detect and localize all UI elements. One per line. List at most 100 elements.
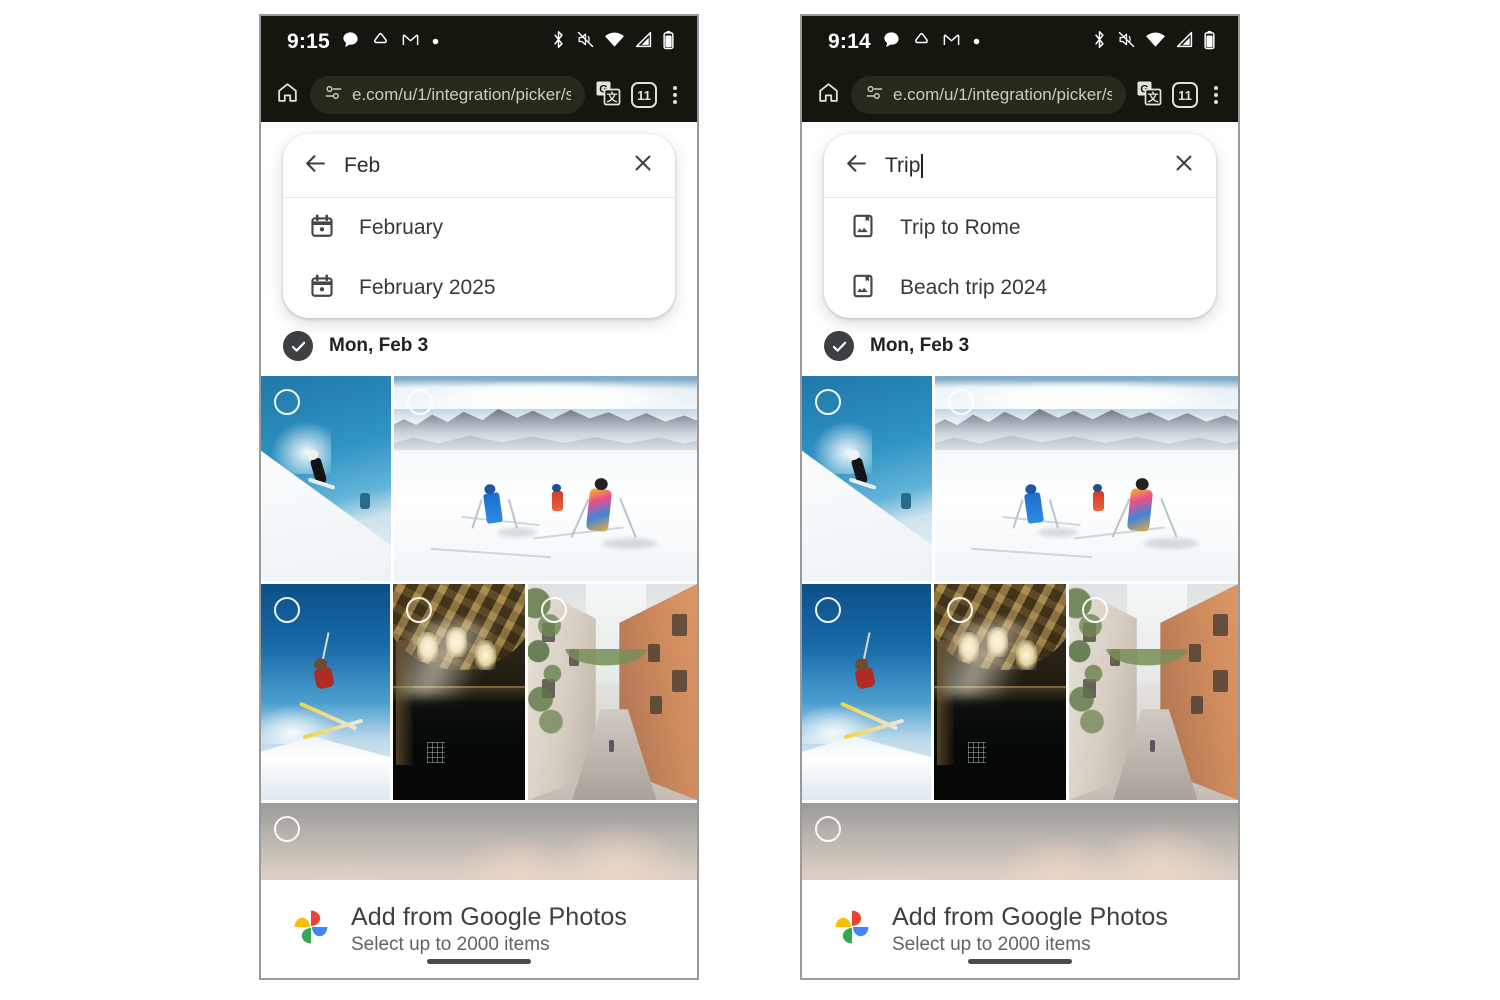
address-bar[interactable]: e.com/u/1/integration/picker/s [310,76,585,114]
overflow-menu-icon[interactable] [667,82,683,108]
close-icon[interactable] [631,151,655,180]
status-bar-right [550,30,675,55]
status-clock: 9:15 [287,30,330,53]
photo-select-circle[interactable] [541,597,568,623]
photo-select-circle[interactable] [407,389,433,415]
address-bar[interactable]: e.com/u/1/integration/picker/s [851,76,1126,114]
photo-tile[interactable] [802,584,932,800]
suggestion-label: February 2025 [359,276,496,299]
browser-toolbar: e.com/u/1/integration/picker/s G 文 11 [261,68,697,122]
back-arrow-icon[interactable] [844,151,869,181]
android-status-bar: 9:14 [802,16,1238,68]
site-settings-icon[interactable] [865,83,884,107]
search-input[interactable]: Trip [885,153,1156,178]
photo-tile[interactable] [802,376,932,581]
gesture-home-indicator[interactable] [427,959,531,964]
photo-grid-row [802,376,1238,581]
date-select-checkbox[interactable] [283,331,313,361]
bottom-bar-title: Add from Google Photos [892,902,1168,931]
album-icon [850,273,876,304]
date-group-header: Mon, Feb 3 [261,316,697,376]
bottom-action-bar: Add from Google Photos Select up to 2000… [802,880,1238,978]
photo-select-circle[interactable] [406,597,433,623]
google-home-icon [912,30,931,54]
search-bar[interactable]: Trip [824,134,1216,198]
tab-count-button[interactable]: 11 [1172,82,1198,108]
gesture-home-indicator[interactable] [968,959,1072,964]
search-suggestion-item[interactable]: February [283,198,675,258]
photo-select-circle[interactable] [815,389,841,415]
home-icon[interactable] [275,80,300,110]
svg-text:文: 文 [1148,90,1160,104]
photo-tile[interactable] [394,376,697,581]
chat-bubble-icon [341,30,360,54]
calendar-icon [309,213,335,244]
photo-grid-row [261,376,697,581]
search-suggestion-item[interactable]: February 2025 [283,258,675,318]
photo-select-circle[interactable] [947,597,974,623]
photo-tile[interactable] [1069,584,1238,800]
photo-tile[interactable] [934,584,1067,800]
photo-select-circle[interactable] [274,389,300,415]
android-status-bar: 9:15 [261,16,697,68]
bottom-bar-subtitle: Select up to 2000 items [892,933,1091,955]
close-icon[interactable] [1172,151,1196,180]
search-bar[interactable]: Feb [283,134,675,198]
wifi-icon [604,30,625,54]
back-arrow-icon[interactable] [303,151,328,181]
overflow-menu-icon[interactable] [1208,82,1224,108]
phone-frame-right: 9:14 e.com/u/1/integration/picker/s G 文 … [800,14,1240,980]
bottom-bar-subtitle: Select up to 2000 items [351,933,550,955]
address-bar-url: e.com/u/1/integration/picker/s [352,85,571,104]
suggestion-label: February [359,216,444,239]
photo-select-circle[interactable] [1082,597,1109,623]
cell-signal-icon [1175,30,1194,54]
search-suggestion-item[interactable]: Beach trip 2024 [824,258,1216,318]
dot-icon [972,33,981,51]
suggestion-label: Beach trip 2024 [900,276,1048,299]
photo-select-circle[interactable] [815,597,841,623]
site-settings-icon[interactable] [324,83,343,107]
google-translate-icon[interactable]: G 文 [595,80,621,111]
photo-tile[interactable] [261,584,391,800]
photo-tile[interactable] [261,376,391,581]
cell-signal-icon [634,30,653,54]
date-select-checkbox[interactable] [824,331,854,361]
volume-muted-icon [576,30,595,54]
photo-select-circle[interactable] [815,816,841,842]
photo-select-circle[interactable] [274,597,300,623]
photo-select-circle[interactable] [274,816,300,842]
picker-app-body: Mon, Feb 3 Trip Trip to Rome Beach trip … [802,122,1238,978]
search-input[interactable]: Feb [344,154,615,178]
home-icon[interactable] [816,80,841,110]
battery-icon [662,30,675,55]
gmail-icon [401,30,420,54]
wifi-icon [1145,30,1166,54]
dot-icon [431,33,440,51]
photo-tile[interactable] [528,584,697,800]
status-bar-right [1091,30,1216,55]
date-group-label: Mon, Feb 3 [870,335,970,356]
screenshot-root: 9:15 e.com/u/1/integration/picker/s G 文 … [0,0,1500,1000]
google-translate-icon[interactable]: G 文 [1136,80,1162,111]
photo-select-circle[interactable] [948,389,974,415]
google-home-icon [371,30,390,54]
date-group-header: Mon, Feb 3 [802,316,1238,376]
google-photos-logo [830,905,874,954]
search-query-text: Trip [885,153,921,177]
photo-tile[interactable] [393,584,526,800]
chat-bubble-icon [882,30,901,54]
address-bar-url: e.com/u/1/integration/picker/s [893,85,1112,104]
picker-app-body: Mon, Feb 3 Feb February February 2025 Ad… [261,122,697,978]
volume-muted-icon [1117,30,1136,54]
browser-toolbar: e.com/u/1/integration/picker/s G 文 11 [802,68,1238,122]
phone-frame-left: 9:15 e.com/u/1/integration/picker/s G 文 … [259,14,699,980]
status-bar-left: 9:15 [287,30,440,54]
tab-count-button[interactable]: 11 [631,82,657,108]
photo-tile[interactable] [935,376,1238,581]
svg-text:文: 文 [607,90,619,104]
text-caret [921,153,924,178]
search-suggestions-card: Trip Trip to Rome Beach trip 2024 [824,134,1216,318]
battery-icon [1203,30,1216,55]
search-suggestion-item[interactable]: Trip to Rome [824,198,1216,258]
